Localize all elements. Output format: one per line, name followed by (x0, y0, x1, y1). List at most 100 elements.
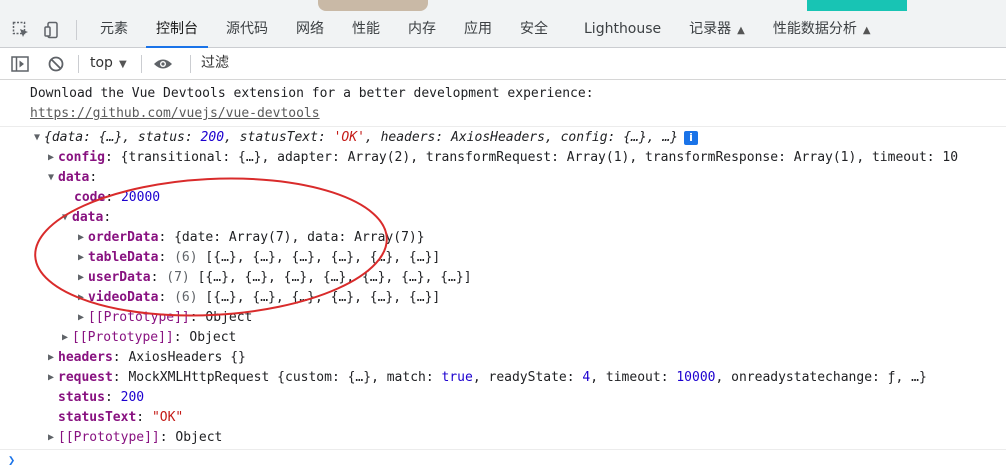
property-value: true (441, 370, 473, 385)
array-count: (7) (166, 270, 190, 285)
tab-console[interactable]: 控制台 (142, 11, 212, 48)
tree-row-config[interactable]: ▶ config: {transitional: {…}, adapter: Ar… (44, 148, 958, 168)
property-value: Object (175, 430, 223, 445)
property-value: , onreadystatechange: ƒ, …} (715, 370, 927, 385)
collapsed-triangle-icon[interactable]: ▶ (74, 248, 88, 268)
context-selector[interactable]: top ▼ (90, 48, 127, 79)
collapsed-triangle-icon[interactable]: ▶ (58, 328, 72, 348)
tab-elements[interactable]: 元素 (86, 11, 142, 48)
tree-row-headers[interactable]: ▶ headers: AxiosHeaders {} (44, 348, 246, 368)
property-key: status (58, 390, 105, 405)
tab-performance[interactable]: 性能 (338, 11, 394, 48)
tab-performance-insights[interactable]: 性能数据分析 ▲ (759, 11, 885, 48)
filter-input[interactable]: 过滤 (196, 52, 1001, 75)
context-label: top (90, 55, 113, 71)
tree-row-prototype[interactable]: ▶ [[Prototype]]: Object (44, 428, 222, 448)
tree-row-data[interactable]: ▼ data: (44, 168, 97, 188)
collapsed-triangle-icon[interactable]: ▶ (44, 368, 58, 388)
tab-label: 源代码 (226, 21, 268, 37)
tab-application[interactable]: 应用 (450, 11, 506, 48)
collapsed-triangle-icon[interactable]: ▶ (74, 288, 88, 308)
property-key: [[Prototype]] (58, 430, 160, 445)
tree-row-prototype[interactable]: ▶ [[Prototype]]: Object (74, 308, 252, 328)
inspect-element-icon[interactable] (8, 11, 34, 48)
sidebar-toggle-icon[interactable] (8, 48, 32, 79)
collapsed-triangle-icon[interactable]: ▶ (74, 268, 88, 288)
property-value: , readyState: (472, 370, 583, 385)
tab-label: 安全 (520, 21, 548, 37)
tab-memory[interactable]: 内存 (394, 11, 450, 48)
collapsed-triangle-icon[interactable]: ▶ (44, 348, 58, 368)
tab-label: 应用 (464, 21, 492, 37)
divider (190, 55, 191, 73)
tab-list: 元素 控制台 源代码 网络 性能 内存 应用 安全 Lighthouse 记录器… (86, 11, 885, 48)
tree-row-inner-data[interactable]: ▼ data: (58, 208, 111, 228)
info-icon[interactable]: i (684, 130, 698, 145)
summary-text: , headers: AxiosHeaders, config: {…}, …} (364, 130, 678, 145)
clear-console-icon[interactable] (44, 48, 68, 79)
summary-text: {data: {…}, status: (44, 130, 201, 145)
live-expression-eye-icon[interactable] (150, 48, 176, 79)
divider (78, 55, 79, 73)
vue-devtools-message: Download the Vue Devtools extension for … (30, 84, 594, 104)
tree-row-orderData[interactable]: ▶ orderData: {date: Array(7), data: Array… (74, 228, 425, 248)
summary-status-text: 'OK' (333, 130, 365, 145)
vue-devtools-link-line: https://github.com/vuejs/vue-devtools (30, 104, 320, 124)
tab-label: 性能 (352, 21, 380, 37)
tab-security[interactable]: 安全 (506, 11, 570, 48)
tree-row-statusText: statusText: "OK" (58, 410, 184, 425)
tree-row-tableData[interactable]: ▶ tableData: (6) [{…}, {…}, {…}, {…}, {…}… (74, 248, 440, 268)
property-key: code (74, 190, 106, 205)
tree-row-request[interactable]: ▶ request: MockXMLHttpRequest {custom: {…… (44, 368, 927, 388)
collapsed-triangle-icon[interactable]: ▶ (44, 428, 58, 448)
property-value: , timeout: (590, 370, 677, 385)
array-count: (6) (174, 290, 198, 305)
tab-lighthouse[interactable]: Lighthouse (570, 11, 675, 48)
tab-label: 元素 (100, 21, 128, 37)
vue-devtools-link[interactable]: https://github.com/vuejs/vue-devtools (30, 106, 320, 121)
expanded-triangle-icon[interactable]: ▼ (58, 208, 72, 228)
console-output: Download the Vue Devtools extension for … (0, 80, 1006, 467)
devtools-tab-bar: 元素 控制台 源代码 网络 性能 内存 应用 安全 Lighthouse 记录器… (0, 11, 1006, 48)
expanded-triangle-icon[interactable]: ▼ (44, 168, 58, 188)
device-toolbar-icon[interactable] (40, 11, 66, 48)
tab-recorder[interactable]: 记录器 ▲ (675, 11, 759, 48)
tab-network[interactable]: 网络 (282, 11, 338, 48)
property-key: request (58, 370, 113, 385)
property-value: 10000 (676, 370, 716, 385)
divider (141, 55, 142, 73)
tree-row-userData[interactable]: ▶ userData: (7) [{…}, {…}, {…}, {…}, {…},… (74, 268, 472, 288)
page-image-fragment (318, 0, 428, 11)
property-key: headers (58, 350, 113, 365)
property-value: 20000 (120, 190, 161, 205)
collapsed-triangle-icon[interactable]: ▶ (74, 308, 88, 328)
summary-text: , statusText: (224, 130, 334, 145)
property-value: {transitional: {…}, adapter: Array(2), t… (120, 150, 959, 165)
response-object-summary[interactable]: ▼ {data: {…}, status: 200, statusText: 'O… (30, 128, 698, 148)
property-value: {date: Array(7), data: Array(7)} (174, 230, 425, 245)
property-key: config (58, 150, 105, 165)
console-prompt-icon[interactable]: ❯ (8, 453, 15, 467)
property-key: data (58, 170, 90, 185)
divider (76, 20, 77, 40)
experiment-flask-icon: ▲ (862, 25, 871, 36)
browser-top-strip (0, 0, 1006, 11)
property-value: AxiosHeaders {} (128, 350, 246, 365)
collapsed-triangle-icon[interactable]: ▶ (74, 228, 88, 248)
property-key: tableData (88, 250, 159, 265)
property-key: userData (88, 270, 151, 285)
tab-label: 记录器 (689, 21, 732, 37)
tab-label: 内存 (408, 21, 436, 37)
expanded-triangle-icon[interactable]: ▼ (30, 128, 44, 148)
tree-row-code: code: 20000 (74, 190, 161, 205)
message-divider (0, 126, 1006, 127)
tree-row-prototype[interactable]: ▶ [[Prototype]]: Object (58, 328, 236, 348)
summary-status: 200 (200, 130, 225, 145)
tree-row-videoData[interactable]: ▶ videoData: (6) [{…}, {…}, {…}, {…}, {…}… (74, 288, 440, 308)
property-key: videoData (88, 290, 159, 305)
tab-label: 网络 (296, 21, 324, 37)
property-key: statusText (58, 410, 137, 425)
property-key: data (72, 210, 104, 225)
collapsed-triangle-icon[interactable]: ▶ (44, 148, 58, 168)
tab-sources[interactable]: 源代码 (212, 11, 282, 48)
